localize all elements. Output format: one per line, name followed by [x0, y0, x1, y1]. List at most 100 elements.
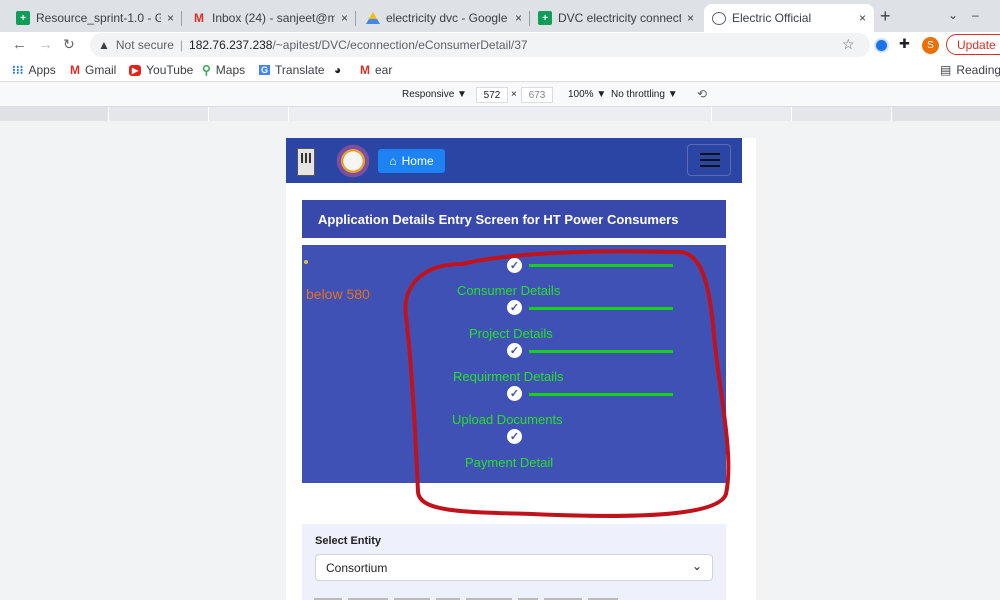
- select-entity-label: Select Entity: [315, 535, 382, 547]
- step-consumer-details[interactable]: Consumer Details: [457, 283, 560, 298]
- gmail-icon: M: [70, 63, 80, 77]
- device-toolbar: Responsive ▼ 572 × 673 100% ▼ No throttl…: [0, 83, 1000, 107]
- close-icon[interactable]: ×: [167, 11, 174, 25]
- tab-title: Resource_sprint-1.0 - Goo: [36, 11, 161, 25]
- bookmark-label: Apps: [28, 63, 56, 77]
- bookmark-label: Maps: [215, 63, 246, 77]
- rotate-icon[interactable]: ⟲: [697, 87, 707, 101]
- dimension-times: ×: [511, 89, 517, 100]
- zoom-select[interactable]: 100% ▼: [568, 89, 606, 100]
- bookmark-apps[interactable]: ⁝⁝⁝ Apps: [12, 63, 56, 77]
- home-label: Home: [401, 154, 434, 168]
- url-path: /~apitest/DVC/econnection/eConsumerDetai…: [272, 38, 528, 52]
- entity-select[interactable]: Consortium ⌄: [315, 554, 713, 581]
- globe-icon: ◕: [334, 63, 342, 77]
- cut-off-text-line: [314, 594, 694, 600]
- close-icon[interactable]: ×: [515, 11, 522, 25]
- translate-icon: G: [259, 65, 271, 75]
- update-button[interactable]: Update: [946, 34, 1000, 55]
- step-requirement-details[interactable]: Requirment Details: [453, 369, 564, 384]
- bookmark-globe[interactable]: ◕: [334, 63, 346, 77]
- organization-logo: [333, 143, 373, 179]
- tab-electric-official[interactable]: Electric Official ×: [704, 4, 874, 32]
- close-icon[interactable]: ×: [859, 11, 866, 25]
- bookmark-ear[interactable]: M ear: [360, 63, 392, 77]
- extensions-puzzle-icon[interactable]: ✚: [899, 36, 910, 52]
- bookmark-star-icon[interactable]: ☆: [842, 36, 855, 53]
- debug-breakpoint-text: below 580: [306, 286, 370, 302]
- check-icon: ✓: [507, 386, 522, 401]
- device-select[interactable]: Responsive ▼: [402, 89, 467, 100]
- menu-toggle-button[interactable]: [687, 144, 731, 176]
- site-navbar: ⌂ Home: [286, 138, 742, 183]
- menu-bar: [700, 159, 720, 161]
- screen-title: Application Details Entry Screen for HT …: [302, 200, 726, 238]
- drive-icon: [366, 11, 380, 25]
- menu-bar: [700, 153, 720, 155]
- forward-arrow-icon[interactable]: →: [38, 36, 53, 53]
- reading-list[interactable]: ▤ Reading: [940, 63, 1000, 77]
- back-arrow-icon[interactable]: ←: [12, 36, 27, 53]
- apps-grid-icon: ⁝⁝⁝: [12, 63, 24, 77]
- new-tab-button[interactable]: +: [880, 6, 891, 27]
- tab-title: Inbox (24) - sanjeet@maxt: [212, 11, 335, 25]
- address-toolbar: ← → ↻ ▲ Not secure | 182.76.237.238 /~ap…: [0, 32, 1000, 58]
- address-separator: |: [179, 38, 184, 52]
- tab-title: DVC electricity connection: [558, 11, 681, 25]
- sheets-icon: +: [538, 11, 552, 25]
- address-bar[interactable]: ▲ Not secure | 182.76.237.238 /~apitest/…: [90, 33, 870, 57]
- reading-list-icon: ▤: [940, 63, 952, 77]
- tab-electricity-dvc[interactable]: electricity dvc - Google Dr ×: [358, 4, 530, 32]
- gmail-icon: M: [194, 11, 204, 25]
- minimize-icon[interactable]: –: [972, 8, 979, 22]
- close-icon[interactable]: ×: [341, 11, 348, 25]
- step-payment-detail[interactable]: Payment Detail: [465, 455, 553, 470]
- tab-resource-sprint[interactable]: + Resource_sprint-1.0 - Goo ×: [8, 4, 182, 32]
- extension-icon[interactable]: [876, 40, 887, 51]
- bookmark-youtube[interactable]: ▶ YouTube: [129, 63, 193, 77]
- sheets-icon: +: [16, 11, 30, 25]
- check-icon: ✓: [507, 429, 522, 444]
- bookmark-label: Gmail: [85, 63, 117, 77]
- viewport-height-input[interactable]: 673: [521, 87, 553, 103]
- throttling-select[interactable]: No throttling ▼: [611, 89, 678, 100]
- tab-title: Electric Official: [732, 11, 812, 25]
- bookmark-label: ear: [375, 63, 393, 77]
- media-query-ruler: [0, 107, 1000, 121]
- bookmark-translate[interactable]: G Translate: [259, 63, 325, 77]
- entity-card: Select Entity Consortium ⌄: [302, 524, 726, 600]
- home-button[interactable]: ⌂ Home: [378, 149, 445, 173]
- bookmark-label: YouTube: [146, 63, 194, 77]
- step-upload-documents[interactable]: Upload Documents: [452, 412, 563, 427]
- check-icon: ✓: [507, 258, 522, 273]
- step-project-details[interactable]: Project Details: [469, 326, 553, 341]
- check-icon: ✓: [507, 300, 522, 315]
- not-secure-label: Not secure: [115, 38, 174, 52]
- maps-pin-icon: ⚲: [202, 63, 211, 77]
- tab-dvc-connection[interactable]: + DVC electricity connection ×: [530, 4, 702, 32]
- bookmark-maps[interactable]: ⚲ Maps: [202, 63, 245, 77]
- gmail-icon: M: [360, 63, 370, 77]
- tab-search-icon[interactable]: ⌄: [948, 8, 958, 22]
- globe-icon: [712, 11, 726, 25]
- tab-inbox[interactable]: M Inbox (24) - sanjeet@maxt ×: [184, 4, 356, 32]
- progress-stepper: below 580 ✓ Consumer Details ✓ Project D…: [302, 245, 726, 483]
- entity-selected-value: Consortium: [326, 560, 388, 575]
- step-connector: [529, 264, 673, 267]
- close-icon[interactable]: ×: [687, 11, 694, 25]
- check-icon: ✓: [507, 343, 522, 358]
- debug-dot: [304, 260, 308, 264]
- bookmark-gmail[interactable]: M Gmail: [70, 63, 116, 77]
- tab-strip: + Resource_sprint-1.0 - Goo × M Inbox (2…: [0, 0, 1000, 32]
- profile-avatar[interactable]: S: [922, 37, 939, 54]
- url-host: 182.76.237.238: [189, 38, 273, 52]
- tab-title: electricity dvc - Google Dr: [386, 11, 509, 25]
- youtube-icon: ▶: [129, 64, 142, 76]
- reload-icon[interactable]: ↻: [63, 36, 75, 53]
- menu-bar: [700, 165, 720, 167]
- reading-list-label: Reading: [956, 63, 1000, 77]
- viewport-width-input[interactable]: 572: [476, 87, 508, 103]
- emulated-page: ⌂ Home Application Details Entry Screen …: [286, 138, 756, 600]
- home-icon: ⌂: [389, 154, 397, 168]
- step-connector: [529, 393, 673, 396]
